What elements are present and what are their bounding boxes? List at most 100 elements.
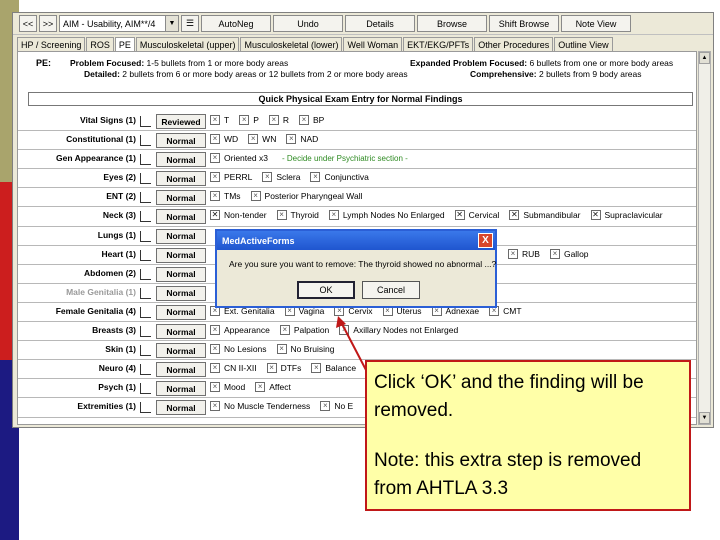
system-checkbox[interactable] [140, 211, 151, 223]
normal-button[interactable]: Normal [156, 152, 206, 168]
system-checkbox[interactable] [140, 135, 151, 147]
finding-item[interactable]: × P [239, 115, 259, 125]
ok-button[interactable]: OK [297, 281, 355, 299]
system-checkbox[interactable] [140, 268, 151, 280]
tab-pe[interactable]: PE [114, 37, 135, 51]
finding-item[interactable]: ✕ Supraclavicular [590, 210, 663, 221]
finding-checkbox[interactable]: × [239, 115, 250, 125]
tab-ekt-ekg-pfts[interactable]: EKT/EKG/PFTs [403, 37, 474, 51]
finding-item[interactable]: × Affect [255, 382, 291, 393]
finding-checkbox[interactable]: × [210, 172, 220, 183]
finding-item[interactable]: ✕ Non-tender [210, 210, 267, 221]
scroll-up-icon[interactable]: ▲ [699, 52, 710, 64]
list-icon[interactable]: ☰ [181, 15, 199, 32]
finding-item[interactable]: × No Muscle Tenderness [210, 401, 310, 412]
finding-checkbox[interactable]: × [279, 325, 290, 336]
finding-item[interactable]: × WD [210, 134, 238, 145]
finding-item[interactable]: × BP [299, 115, 324, 125]
finding-checkbox[interactable]: × [255, 382, 266, 393]
tab-other-procedures[interactable]: Other Procedures [474, 37, 554, 51]
system-checkbox[interactable] [140, 192, 151, 204]
normal-button[interactable]: Normal [156, 400, 206, 416]
close-icon[interactable]: X [478, 233, 493, 248]
finding-checkbox[interactable]: × [276, 344, 287, 355]
finding-item[interactable]: × WN [248, 134, 276, 145]
finding-checkbox[interactable]: × [210, 382, 220, 393]
finding-item[interactable]: × R [268, 115, 289, 125]
system-checkbox[interactable] [140, 287, 151, 299]
normal-button[interactable]: Normal [156, 304, 206, 320]
finding-item[interactable]: × No Bruising [276, 344, 334, 355]
finding-item[interactable]: × DTFs [266, 363, 301, 374]
finding-checkbox[interactable]: × [339, 325, 350, 336]
cancel-button[interactable]: Cancel [362, 281, 420, 299]
shift-browse-button[interactable]: Shift Browse [489, 15, 559, 32]
system-checkbox[interactable] [140, 230, 151, 242]
finding-item[interactable]: × Palpation [279, 325, 329, 336]
finding-item[interactable]: × Thyroid [276, 210, 319, 221]
vertical-scrollbar[interactable]: ▲ ▼ [698, 51, 711, 425]
finding-item[interactable]: ✕ Submandibular [509, 210, 581, 221]
finding-item[interactable]: × PERRL [210, 172, 252, 183]
scroll-down-icon[interactable]: ▼ [699, 412, 710, 424]
undo-button[interactable]: Undo [273, 15, 343, 32]
finding-item[interactable]: × T [210, 115, 229, 125]
finding-checkbox[interactable]: ✕ [454, 210, 465, 221]
finding-checkbox[interactable]: × [328, 210, 339, 221]
system-checkbox[interactable] [140, 116, 151, 127]
finding-checkbox[interactable]: × [262, 172, 273, 183]
system-checkbox[interactable] [140, 402, 151, 414]
back-button[interactable]: << [19, 15, 37, 32]
finding-checkbox[interactable]: × [320, 401, 331, 412]
tab-musculoskeletal-upper[interactable]: Musculoskeletal (upper) [135, 37, 240, 51]
finding-checkbox[interactable]: ✕ [509, 210, 520, 221]
forward-button[interactable]: >> [39, 15, 57, 32]
system-checkbox[interactable] [140, 154, 151, 166]
finding-item[interactable]: × RUB [508, 248, 540, 259]
normal-button[interactable]: Normal [156, 266, 206, 282]
finding-checkbox[interactable]: × [210, 153, 220, 164]
note-view-button[interactable]: Note View [561, 15, 631, 32]
finding-checkbox[interactable]: × [210, 115, 220, 125]
finding-checkbox[interactable]: × [311, 363, 322, 374]
finding-checkbox[interactable]: × [210, 134, 220, 145]
finding-item[interactable]: × NAD [286, 134, 318, 145]
finding-checkbox[interactable]: × [210, 401, 220, 412]
normal-button[interactable]: Normal [156, 381, 206, 397]
normal-button[interactable]: Normal [156, 247, 206, 263]
finding-checkbox[interactable]: × [286, 134, 297, 145]
tab-outline-view[interactable]: Outline View [554, 37, 613, 51]
finding-item[interactable]: × Axillary Nodes not Enlarged [339, 325, 458, 336]
finding-checkbox[interactable]: × [210, 344, 220, 355]
tab-well-woman[interactable]: Well Woman [343, 37, 403, 51]
system-checkbox[interactable] [140, 173, 151, 185]
system-checkbox[interactable] [140, 383, 151, 395]
finding-item[interactable]: ✕ Cervical [454, 210, 499, 221]
finding-item[interactable]: × Oriented x3 [210, 153, 268, 164]
normal-button[interactable]: Normal [156, 324, 206, 340]
normal-button[interactable]: Reviewed [156, 114, 206, 129]
finding-item[interactable]: × Gallop [549, 248, 589, 259]
normal-button[interactable]: Normal [156, 228, 206, 244]
finding-checkbox[interactable]: × [210, 325, 220, 336]
finding-item[interactable]: × Lymph Nodes No Enlarged [328, 210, 445, 221]
finding-checkbox[interactable]: × [250, 191, 261, 202]
finding-checkbox[interactable]: × [299, 115, 310, 125]
patient-select[interactable]: AIM - Usability, AIM**/4 ▼ [59, 15, 179, 32]
autoneg-button[interactable]: AutoNeg [201, 15, 271, 32]
normal-button[interactable]: Normal [156, 190, 206, 206]
finding-checkbox[interactable]: × [276, 210, 287, 221]
normal-button[interactable]: Normal [156, 209, 206, 225]
finding-checkbox[interactable]: × [210, 363, 220, 374]
normal-button[interactable]: Normal [156, 171, 206, 187]
finding-item[interactable]: × No Lesions [210, 344, 267, 355]
normal-button[interactable]: Normal [156, 343, 206, 359]
details-button[interactable]: Details [345, 15, 415, 32]
finding-checkbox[interactable]: ✕ [210, 210, 220, 221]
finding-item[interactable]: × TMs [210, 191, 241, 202]
tab-musculoskeletal-lower[interactable]: Musculoskeletal (lower) [240, 37, 343, 51]
system-checkbox[interactable] [140, 249, 151, 261]
system-checkbox[interactable] [140, 364, 151, 376]
finding-checkbox[interactable]: × [549, 248, 560, 259]
finding-item[interactable]: × No E [320, 401, 353, 412]
